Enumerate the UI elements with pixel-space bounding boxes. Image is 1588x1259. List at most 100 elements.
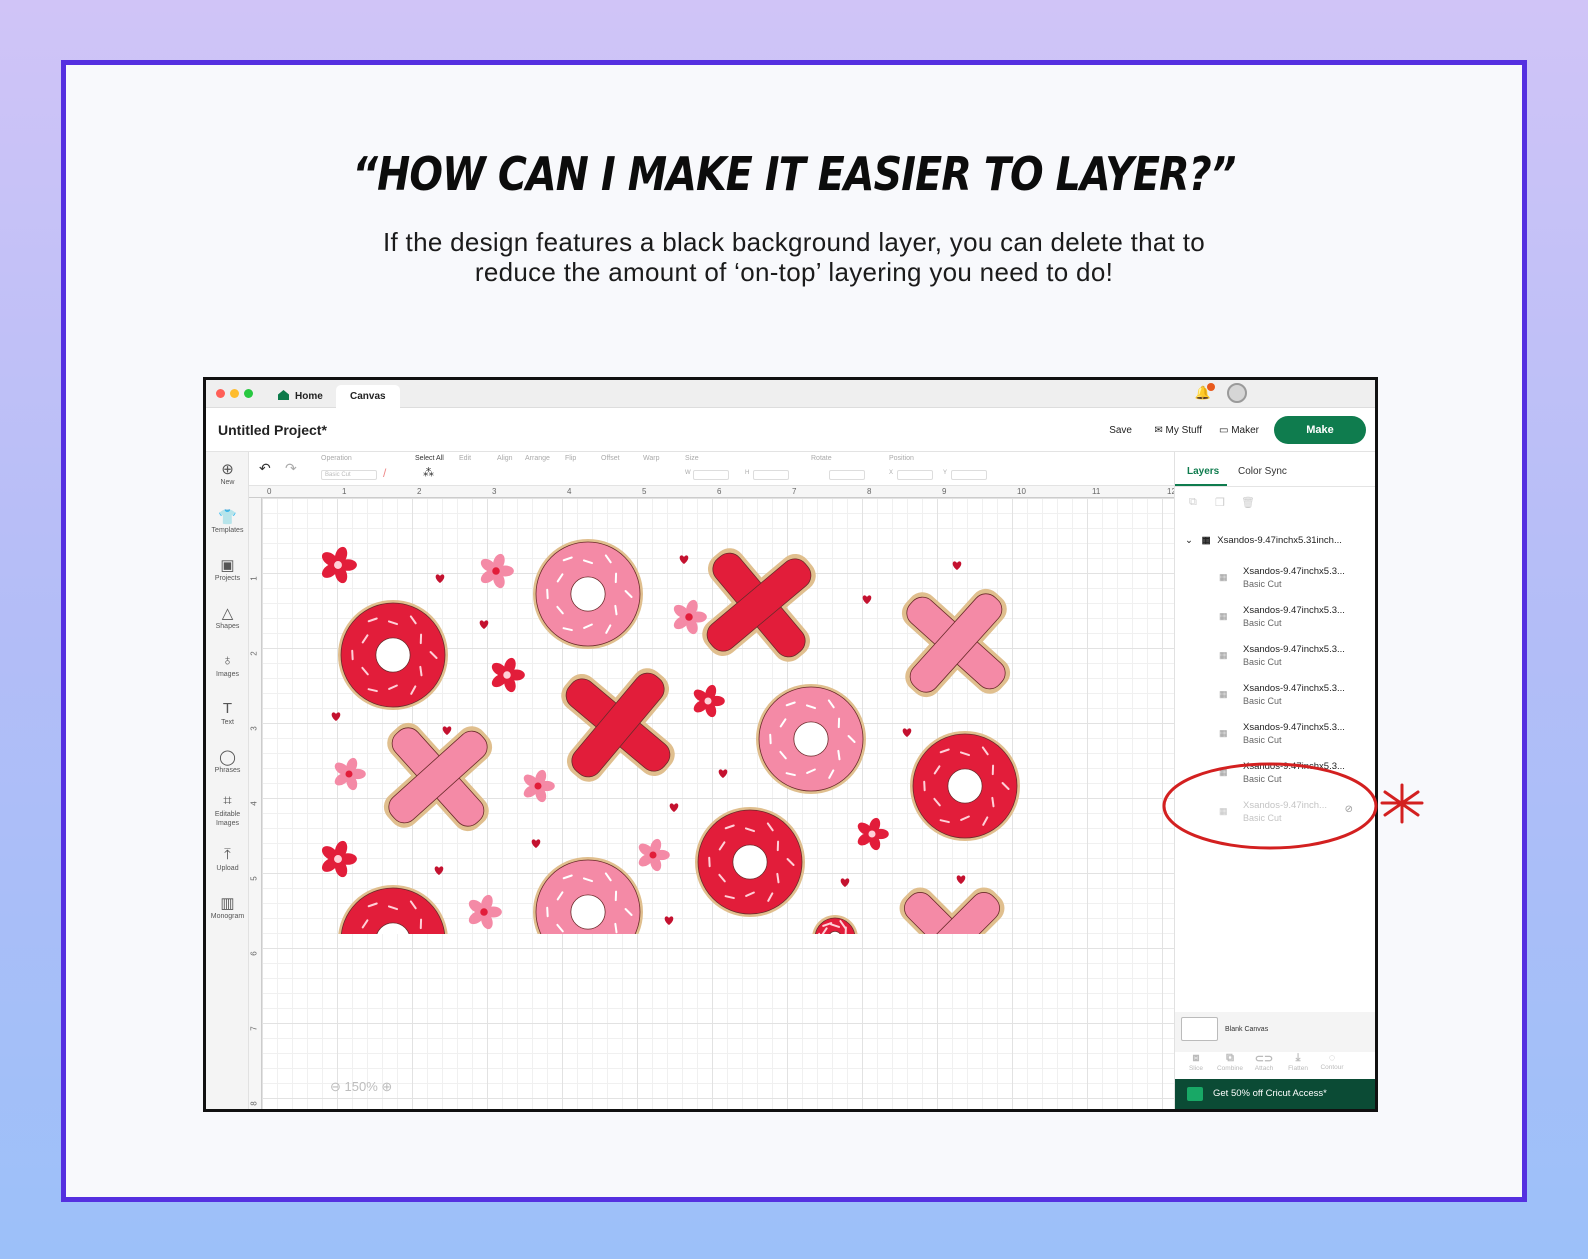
zoom-in-icon[interactable]: ⊕ [381, 1079, 392, 1094]
tab-layers[interactable]: Layers [1187, 466, 1219, 477]
minimize-window-dot[interactable] [230, 389, 239, 398]
select-all-label[interactable]: Select All [415, 455, 444, 462]
heart [435, 574, 445, 583]
ruler-left-number: 8 [249, 1101, 259, 1106]
ruler-top-number: 1 [342, 487, 347, 496]
chevron-down-icon[interactable]: ⌄ [1185, 535, 1193, 546]
width-field[interactable] [693, 470, 729, 480]
tool-upload[interactable]: ⤒ Upload [206, 846, 249, 873]
xo-donut-artwork[interactable] [262, 498, 1174, 1112]
layer-group-row[interactable]: ⌄ ▦ Xsandos-9.47inchx5.31inch... [1185, 535, 1342, 546]
offset-label[interactable]: Offset [601, 455, 620, 462]
zoom-out-icon[interactable]: ⊖ [330, 1079, 341, 1094]
slice-button[interactable]: ⧈ Slice [1179, 1052, 1213, 1072]
heart [442, 726, 452, 735]
ruler-left-number: 6 [249, 951, 259, 956]
avatar[interactable] [1227, 383, 1247, 403]
contour-label: Contour [1320, 1064, 1344, 1071]
duplicate-icon[interactable]: ❐ [1215, 496, 1225, 509]
layer-row[interactable]: ▦ Xsandos-9.47inch... Basic Cut ⊘ [1175, 796, 1375, 834]
layer-row[interactable]: ▦ Xsandos-9.47inchx5.3... Basic Cut [1175, 757, 1375, 795]
heart [479, 620, 489, 629]
my-stuff-button[interactable]: ✉ My Stuff [1154, 425, 1202, 436]
tool-phrases[interactable]: ◯ Phrases [206, 748, 249, 775]
y-field[interactable] [951, 470, 987, 480]
maximize-window-dot[interactable] [244, 389, 253, 398]
ruler-top-number: 10 [1017, 487, 1026, 496]
tool-images[interactable]: ♁ Images [206, 652, 249, 679]
donut-hole [732, 844, 768, 880]
flatten-button[interactable]: ⤓ Flatten [1281, 1052, 1315, 1072]
group-icon[interactable]: ⧉ [1189, 496, 1197, 509]
arrange-label[interactable]: Arrange [525, 455, 550, 462]
notification-badge [1207, 383, 1215, 391]
attach-button[interactable]: ⊂⊃ Attach [1247, 1052, 1281, 1072]
trash-icon[interactable]: 🗑 [1241, 496, 1255, 509]
layer-row[interactable]: ▦ Xsandos-9.47inchx5.3... Basic Cut [1175, 679, 1375, 717]
sprinkle [823, 947, 831, 955]
tool-editable-images[interactable]: ⌗ Editable Images [206, 792, 249, 828]
ruler-top-number: 7 [792, 487, 797, 496]
donut-icing [340, 887, 446, 934]
warp-label[interactable]: Warp [643, 455, 659, 462]
operation-select[interactable]: Basic Cut [321, 470, 377, 480]
blank-canvas-row[interactable]: Blank Canvas [1175, 1012, 1375, 1052]
maker-button[interactable]: ▭ Maker [1219, 425, 1259, 436]
tab-canvas[interactable]: Canvas [336, 385, 400, 408]
heart [531, 839, 541, 848]
ruler-top-number: 11 [1092, 487, 1101, 496]
select-all-icon[interactable]: ⁂ [423, 466, 434, 479]
tool-projects[interactable]: ▣ Projects [206, 556, 249, 583]
layer-row[interactable]: ▦ Xsandos-9.47inchx5.3... Basic Cut [1175, 718, 1375, 756]
sprinkle [839, 948, 846, 955]
x-field[interactable] [897, 470, 933, 480]
undo-icon[interactable]: ↶ [259, 460, 271, 477]
tool-phrases-label: Phrases [214, 767, 241, 774]
position-label: Position [889, 455, 914, 462]
sprinkle [362, 953, 369, 960]
tool-text[interactable]: T Text [206, 700, 249, 727]
crop-icon: ⌗ [223, 792, 232, 809]
layer-row[interactable]: ▦ Xsandos-9.47inchx5.3... Basic Cut [1175, 562, 1375, 600]
heart [862, 595, 872, 604]
contour-button[interactable]: ◌ Contour [1315, 1052, 1349, 1071]
blank-canvas-swatch[interactable] [1181, 1017, 1218, 1041]
height-field[interactable] [753, 470, 789, 480]
save-button[interactable]: Save [1109, 425, 1132, 436]
flower-center [503, 671, 511, 679]
x-cookie [899, 887, 1005, 934]
tool-new[interactable]: ⊕ New [206, 460, 249, 487]
rotate-field[interactable] [829, 470, 865, 480]
hidden-eye-icon[interactable]: ⊘ [1345, 804, 1353, 815]
tool-shapes[interactable]: △ Shapes [206, 604, 249, 631]
close-window-dot[interactable] [216, 389, 225, 398]
promo-banner[interactable]: Get 50% off Cricut Access* [1175, 1079, 1375, 1109]
edit-label[interactable]: Edit [459, 455, 471, 462]
pen-color-icon[interactable]: / [383, 466, 386, 480]
combine-button[interactable]: ⧉ Combine [1213, 1052, 1247, 1072]
tool-templates[interactable]: 👕 Templates [206, 508, 249, 535]
tool-monogram-label: Monogram [210, 913, 245, 920]
layer-row[interactable]: ▦ Xsandos-9.47inchx5.3... Basic Cut [1175, 601, 1375, 639]
layer-row[interactable]: ▦ Xsandos-9.47inchx5.3... Basic Cut [1175, 640, 1375, 678]
make-button[interactable]: Make [1274, 416, 1366, 444]
tab-color-sync[interactable]: Color Sync [1238, 466, 1287, 477]
tool-monogram[interactable]: ▥ Monogram [206, 894, 249, 921]
zoom-control[interactable]: ⊖ 150% ⊕ [330, 1079, 392, 1095]
tab-home[interactable]: Home [264, 385, 337, 408]
tool-templates-label: Templates [211, 527, 244, 534]
artwork-group [321, 539, 1020, 960]
heart [956, 875, 966, 884]
align-label[interactable]: Align [497, 455, 513, 462]
operation-label: Operation [321, 455, 352, 462]
heart [679, 555, 689, 564]
layer-name: Xsandos-9.47inchx5.3... [1243, 761, 1345, 772]
flower-center [534, 782, 542, 790]
home-icon [278, 390, 289, 400]
tool-projects-label: Projects [214, 575, 241, 582]
redo-icon[interactable]: ↷ [285, 460, 297, 477]
project-title: Untitled Project* [218, 422, 327, 438]
sprinkle [821, 941, 828, 948]
design-canvas[interactable]: ⊖ 150% ⊕ [262, 498, 1174, 1109]
flip-label[interactable]: Flip [565, 455, 576, 462]
